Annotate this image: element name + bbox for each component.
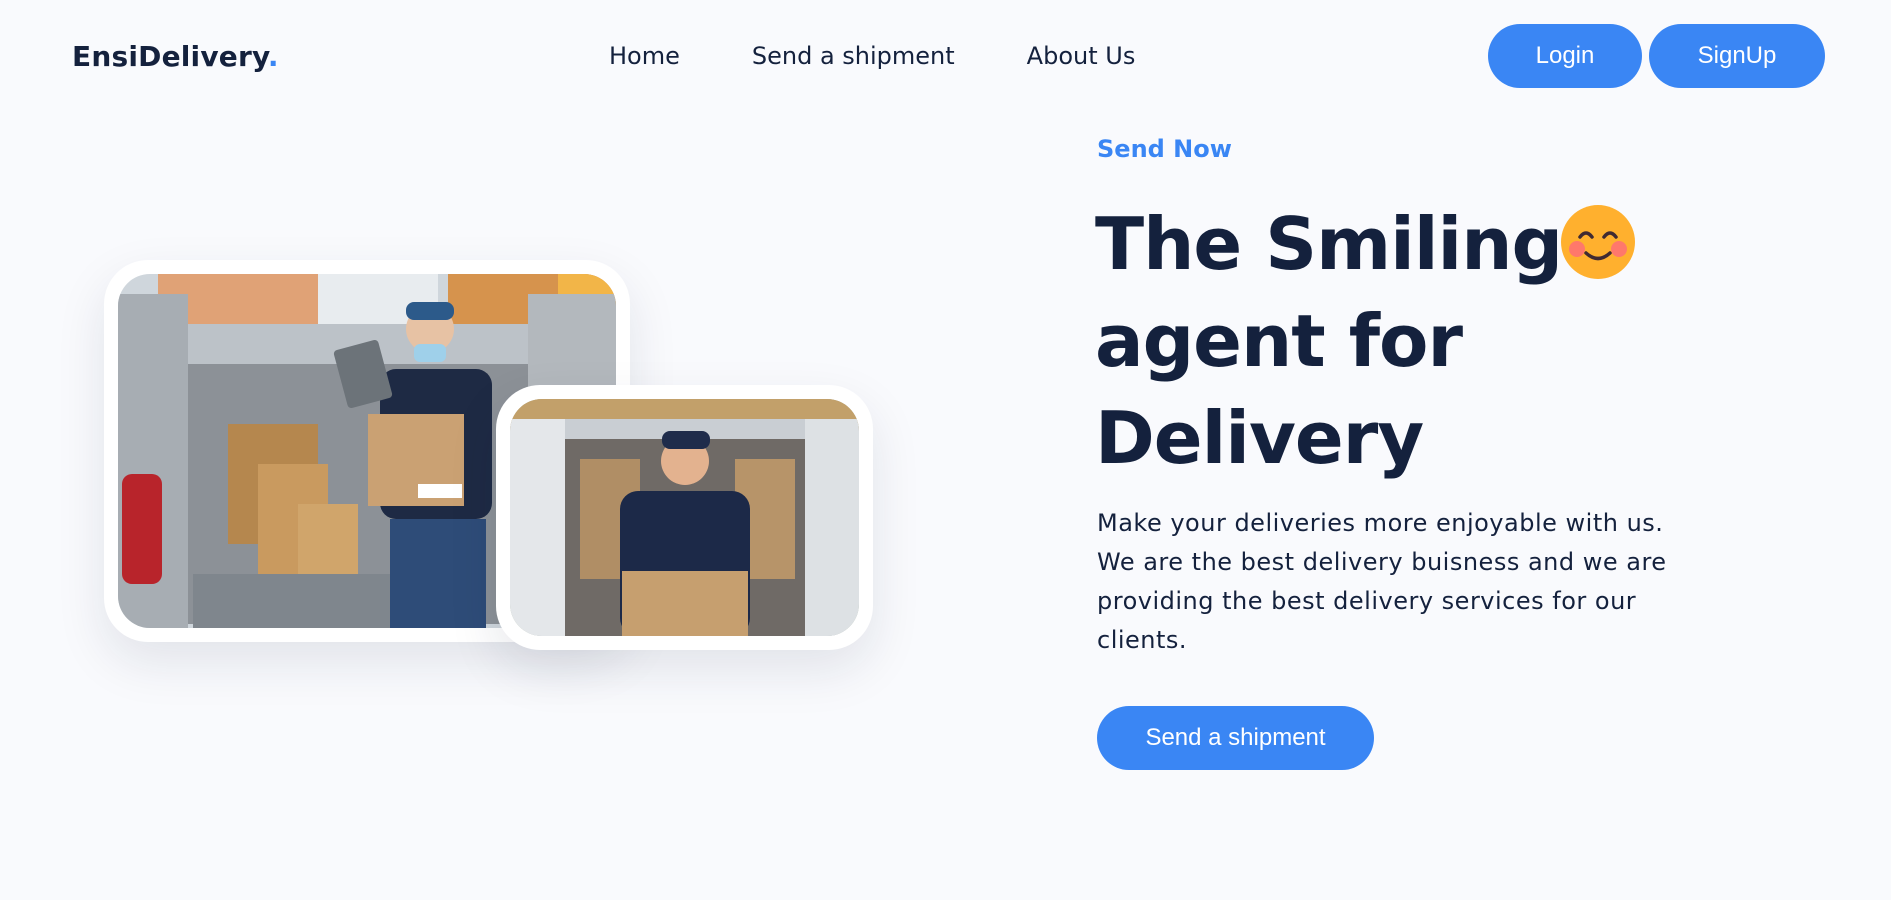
main-nav: Home Send a shipment About Us (609, 42, 1135, 70)
hero-eyebrow: Send Now (1097, 135, 1232, 163)
logo-dot: . (267, 40, 279, 73)
headline-line-3: Delivery (1095, 396, 1424, 480)
smiling-courier-photo (496, 385, 873, 650)
site-header: EnsiDelivery. Home Send a shipment About… (0, 0, 1891, 112)
smiling-courier-image (510, 399, 859, 636)
nav-home[interactable]: Home (609, 42, 680, 70)
hero-description: Make your deliveries more enjoyable with… (1097, 509, 1667, 654)
nav-send-shipment[interactable]: Send a shipment (752, 42, 955, 70)
hero-headline: The Smiling agent for Delivery (1095, 196, 1735, 487)
logo[interactable]: EnsiDelivery. (72, 40, 279, 73)
headline-line-2: agent for (1095, 299, 1463, 383)
nav-about-us[interactable]: About Us (1027, 42, 1136, 70)
logo-text: EnsiDelivery (72, 40, 268, 73)
headline-line-1: The Smiling (1095, 202, 1563, 286)
signup-button[interactable]: SignUp (1649, 24, 1825, 88)
smiling-face-icon (1561, 205, 1635, 279)
send-shipment-button[interactable]: Send a shipment (1097, 706, 1374, 770)
login-button[interactable]: Login (1488, 24, 1642, 88)
